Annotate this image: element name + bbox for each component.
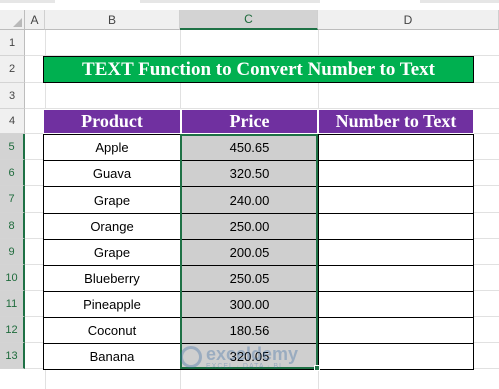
row-header-7[interactable]: 7 <box>0 186 25 213</box>
cell-text[interactable] <box>318 134 474 161</box>
cell-text[interactable] <box>318 317 474 344</box>
toolbar-remnant <box>420 0 499 3</box>
cell-price[interactable]: 320.50 <box>181 160 318 187</box>
select-all-corner[interactable] <box>0 10 25 30</box>
row-header-11[interactable]: 11 <box>0 291 25 317</box>
row-header-8[interactable]: 8 <box>0 213 25 239</box>
cell-text[interactable] <box>318 213 474 240</box>
column-header-b[interactable]: B <box>45 10 180 30</box>
cell-text[interactable] <box>318 265 474 292</box>
cell-price[interactable]: 300.00 <box>181 291 318 318</box>
row-header-6[interactable]: 6 <box>0 160 25 186</box>
row-header-9[interactable]: 9 <box>0 239 25 265</box>
header-price[interactable]: Price <box>181 109 318 134</box>
row-header-12[interactable]: 12 <box>0 317 25 343</box>
cell-product[interactable]: Grape <box>43 186 181 214</box>
header-product[interactable]: Product <box>43 109 181 134</box>
column-header-d[interactable]: D <box>318 10 499 30</box>
select-all-triangle-icon <box>13 18 22 27</box>
cell-text[interactable] <box>318 239 474 266</box>
cell-price[interactable]: 450.65 <box>181 134 318 161</box>
toolbar-remnant <box>140 0 320 3</box>
cell-price[interactable]: 250.05 <box>181 265 318 292</box>
cell-price[interactable]: 180.56 <box>181 317 318 344</box>
sheet-title[interactable]: TEXT Function to Convert Number to Text <box>43 56 474 83</box>
cell-text[interactable] <box>318 160 474 187</box>
cell-price[interactable]: 200.05 <box>181 239 318 266</box>
row-header-5[interactable]: 5 <box>0 134 25 160</box>
row-header-4[interactable]: 4 <box>0 109 25 134</box>
cell-product[interactable]: Guava <box>43 160 181 187</box>
cell-price[interactable]: 250.00 <box>181 213 318 240</box>
row-header-2[interactable]: 2 <box>0 56 25 83</box>
cell-product[interactable]: Coconut <box>43 317 181 344</box>
cell-product[interactable]: Apple <box>43 134 181 161</box>
column-header-a[interactable]: A <box>25 10 45 30</box>
header-number-to-text[interactable]: Number to Text <box>318 109 474 134</box>
fill-handle[interactable] <box>314 365 320 371</box>
cell-text[interactable] <box>318 186 474 214</box>
cell-text[interactable] <box>318 291 474 318</box>
row-header-10[interactable]: 10 <box>0 265 25 291</box>
cell-price[interactable]: 240.00 <box>181 186 318 214</box>
cell-product[interactable]: Grape <box>43 239 181 266</box>
cell-product[interactable]: Blueberry <box>43 265 181 292</box>
row-header-3[interactable]: 3 <box>0 83 25 109</box>
top-strip <box>0 0 499 10</box>
toolbar-remnant <box>0 0 55 3</box>
cell-text[interactable] <box>318 343 474 370</box>
column-header-c[interactable]: C <box>180 10 318 30</box>
cell-product[interactable]: Banana <box>43 343 181 370</box>
cell-product[interactable]: Orange <box>43 213 181 240</box>
cell-price[interactable]: 320.05 <box>181 343 318 370</box>
row-header-13[interactable]: 13 <box>0 343 25 369</box>
cell-product[interactable]: Pineapple <box>43 291 181 318</box>
row-header-1[interactable]: 1 <box>0 30 25 56</box>
